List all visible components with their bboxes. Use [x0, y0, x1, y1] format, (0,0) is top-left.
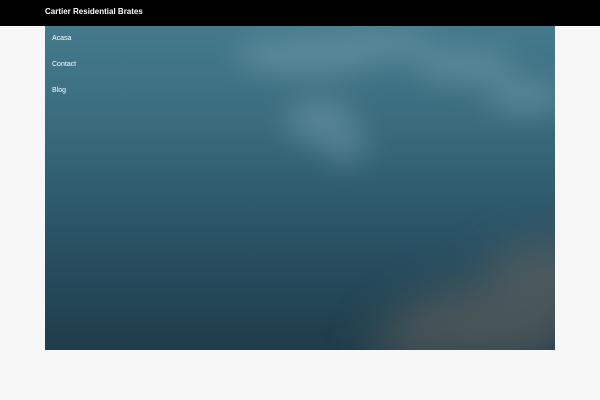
nav-item-blog[interactable]: Blog: [52, 78, 202, 104]
nav-item-contact[interactable]: Contact: [52, 52, 202, 78]
header-bar: Cartier Residential Brates: [0, 0, 600, 26]
site-title-link[interactable]: Cartier Residential Brates: [45, 7, 143, 17]
main-navigation: Acasa Contact Blog: [52, 26, 202, 104]
nav-item-acasa[interactable]: Acasa: [52, 26, 202, 52]
